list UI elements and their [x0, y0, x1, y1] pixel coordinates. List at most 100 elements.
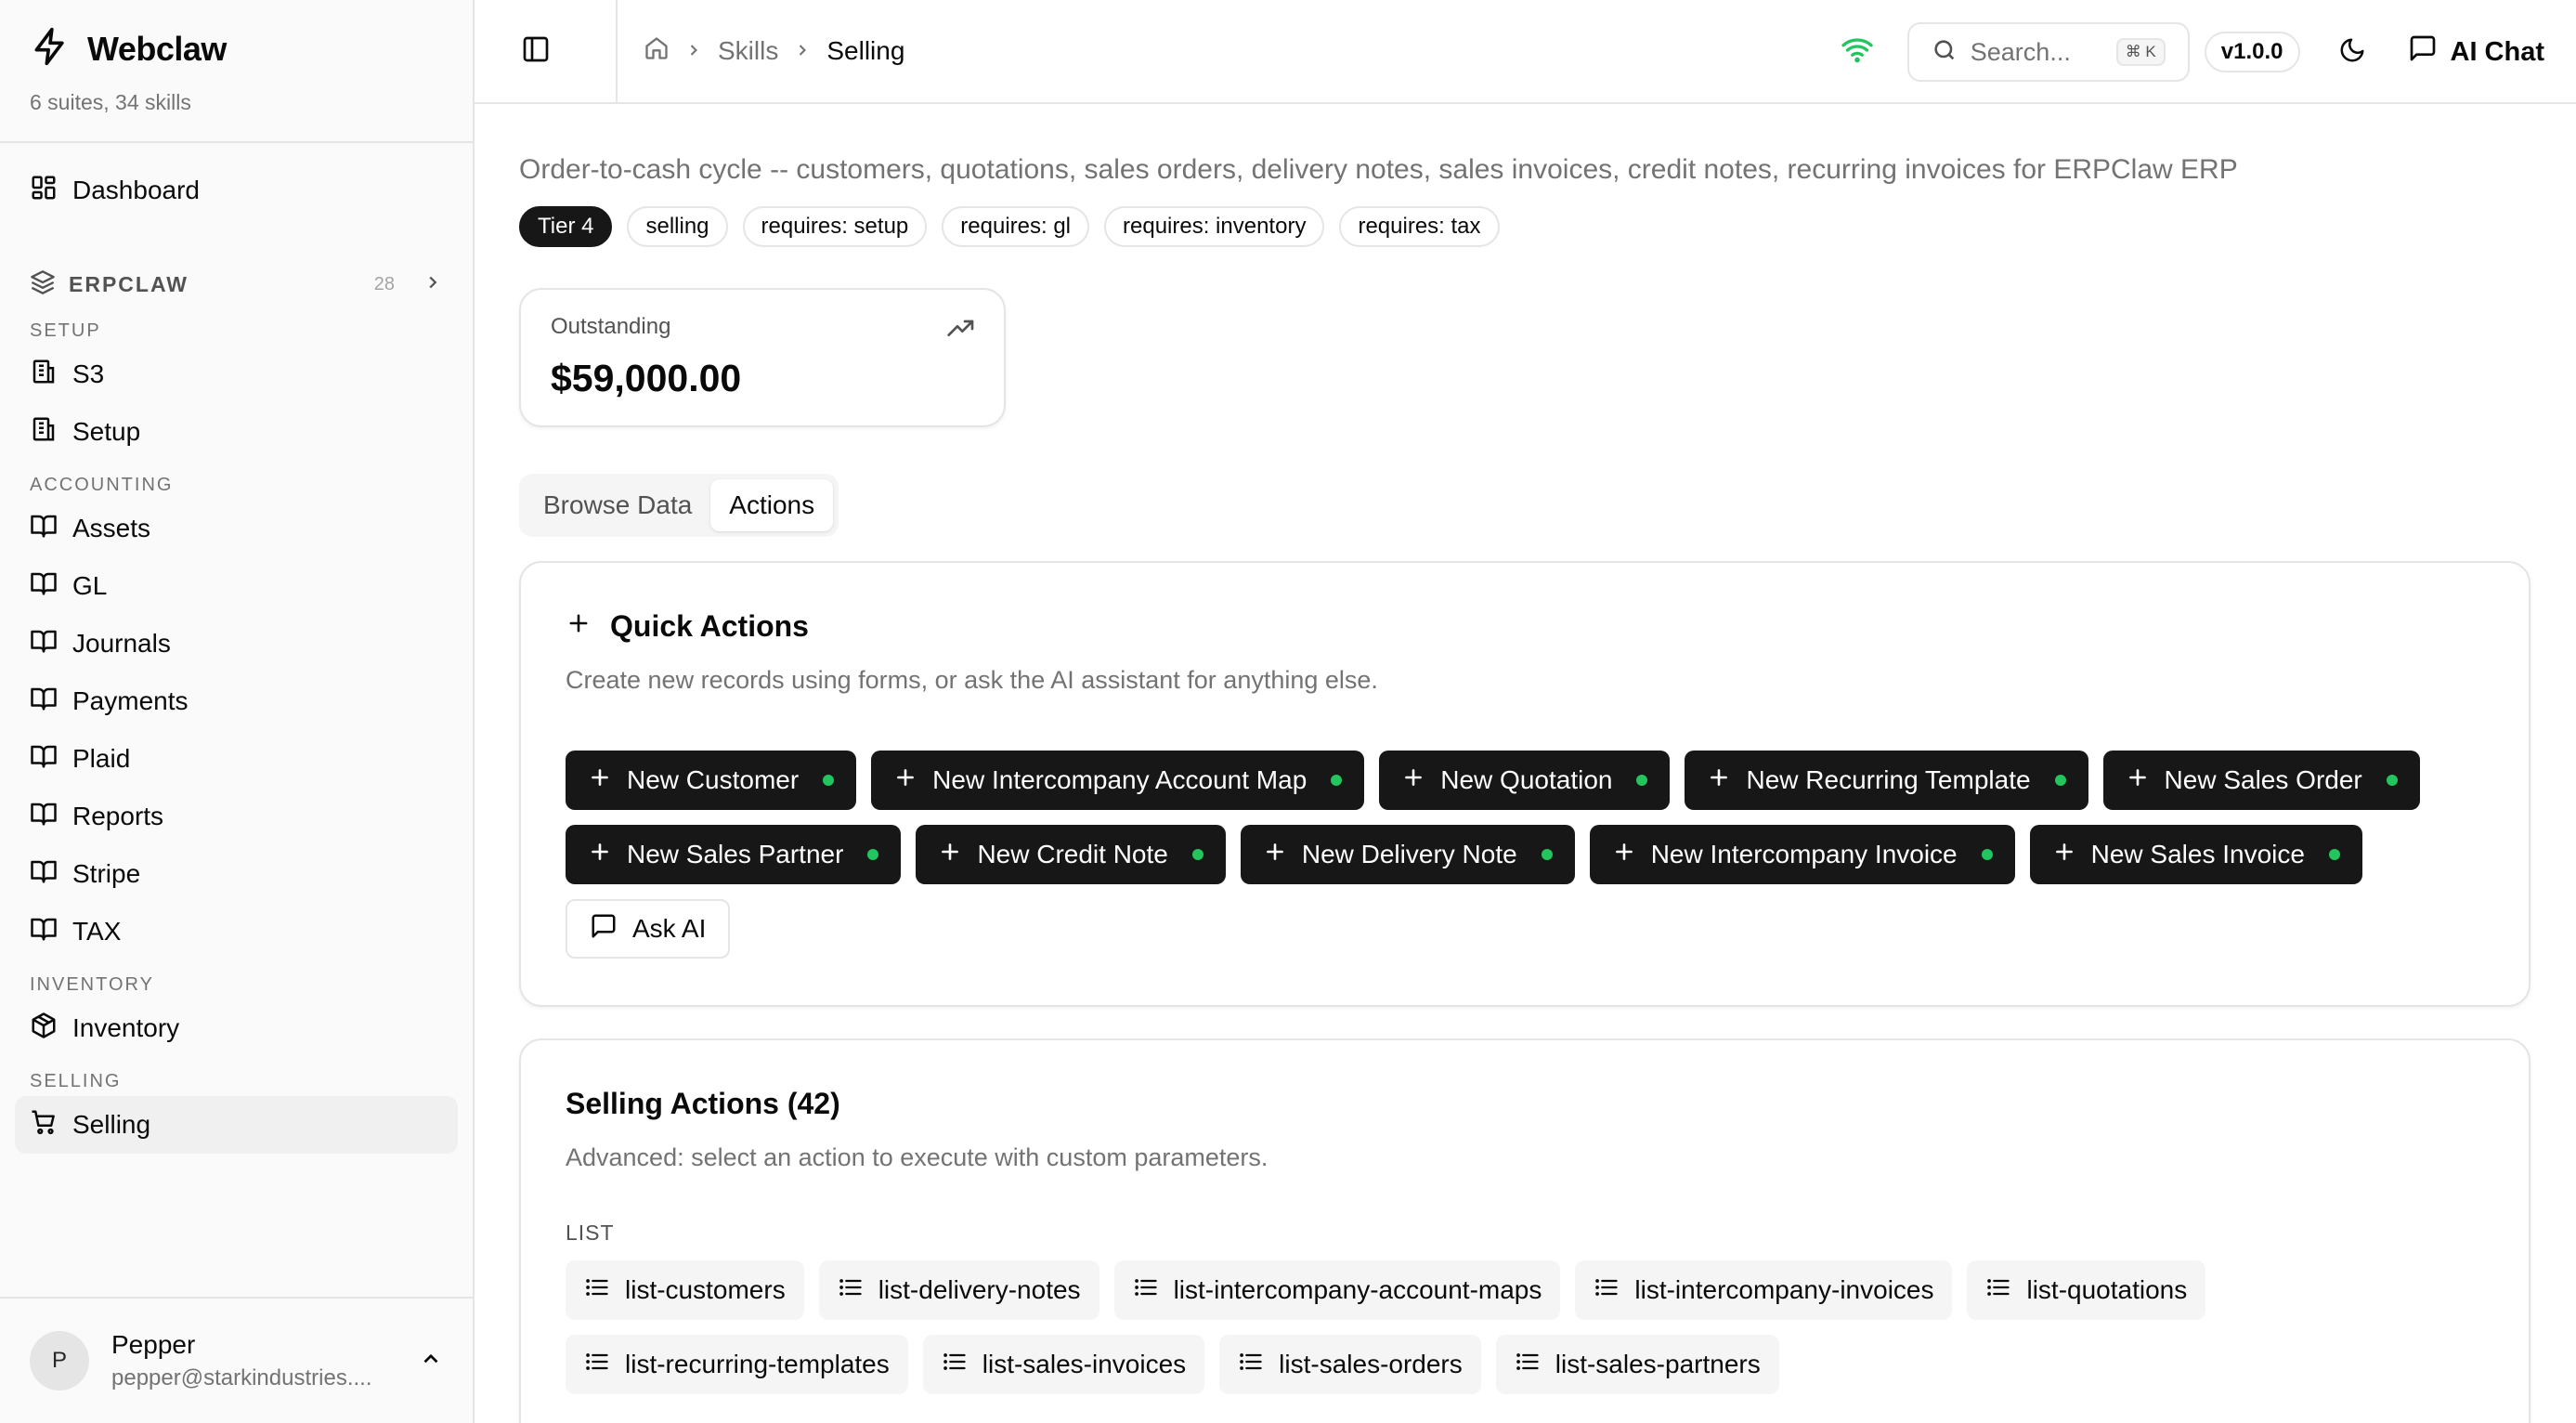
new-delivery-note-button[interactable]: New Delivery Note	[1240, 825, 1575, 884]
list-icon	[1515, 1349, 1541, 1381]
sidebar-item-assets[interactable]: Assets	[15, 500, 458, 557]
action-list-customers[interactable]: list-customers	[566, 1260, 804, 1320]
ask-ai-button[interactable]: Ask AI	[566, 899, 731, 959]
new-sales-partner-button[interactable]: New Sales Partner	[566, 825, 902, 884]
sidebar: Webclaw 6 suites, 34 skills Dashboard ER…	[0, 0, 475, 1423]
button-label: New Recurring Template	[1746, 765, 2031, 794]
chevron-right-icon	[793, 36, 812, 66]
status-dot	[1331, 775, 1343, 786]
sidebar-item-label: Plaid	[72, 744, 131, 773]
plus-icon	[566, 609, 592, 644]
button-label: New Intercompany Invoice	[1650, 840, 1958, 868]
breadcrumb: Skills Selling	[644, 35, 904, 68]
breadcrumb-skills[interactable]: Skills	[718, 36, 778, 66]
cart-icon	[30, 1108, 58, 1142]
action-list-delivery-notes[interactable]: list-delivery-notes	[818, 1260, 1099, 1320]
action-list-sales-invoices[interactable]: list-sales-invoices	[922, 1335, 1205, 1394]
list-icon	[1985, 1274, 2011, 1307]
main-panel: Skills Selling Search... ⌘ K v1.0.0 AI C…	[475, 0, 2576, 1423]
tag-requires-tax: requires: tax	[1339, 206, 1500, 247]
button-label: New Credit Note	[977, 840, 1168, 868]
chevron-right-icon	[423, 272, 443, 297]
sidebar-item-inventory[interactable]: Inventory	[15, 999, 458, 1057]
building-icon	[30, 415, 58, 450]
plus-icon	[893, 765, 917, 796]
list-icon	[1133, 1274, 1159, 1307]
action-list-recurring-templates[interactable]: list-recurring-templates	[566, 1335, 908, 1394]
panel-left-icon	[521, 34, 551, 69]
list-icon	[584, 1349, 610, 1381]
list-icon	[838, 1274, 864, 1307]
layers-icon	[30, 269, 56, 300]
tab-browse-data[interactable]: Browse Data	[525, 479, 710, 531]
tag-requires-setup: requires: setup	[742, 206, 928, 247]
action-list-intercompany-invoices[interactable]: list-intercompany-invoices	[1575, 1260, 1953, 1320]
section-label-selling: SELLING	[30, 1070, 122, 1091]
new-customer-button[interactable]: New Customer	[566, 751, 857, 810]
sidebar-toggle-button[interactable]	[508, 23, 564, 79]
tag-requires-gl: requires: gl	[942, 206, 1090, 247]
view-tabs: Browse Data Actions	[519, 474, 839, 537]
sidebar-item-plaid[interactable]: Plaid	[15, 730, 458, 788]
ai-chat-label: AI Chat	[2450, 36, 2545, 67]
action-list-sales-orders[interactable]: list-sales-orders	[1219, 1335, 1481, 1394]
theme-toggle-button[interactable]	[2326, 26, 2378, 78]
plus-icon	[1612, 840, 1636, 870]
sidebar-item-s3[interactable]: S3	[15, 346, 458, 403]
version-badge: v1.0.0	[2204, 32, 2300, 72]
status-dot	[2054, 775, 2066, 786]
selling-actions-card: Selling Actions (42) Advanced: select an…	[519, 1038, 2530, 1423]
action-label: list-quotations	[2026, 1275, 2188, 1304]
sidebar-item-dashboard[interactable]: Dashboard	[15, 162, 458, 219]
button-label: New Intercompany Account Map	[932, 765, 1308, 794]
new-sales-order-button[interactable]: New Sales Order	[2102, 751, 2420, 810]
plus-icon	[588, 840, 612, 870]
plus-icon	[1401, 765, 1425, 796]
quick-actions-grid: New Customer New Intercompany Account Map…	[566, 751, 2484, 959]
sidebar-item-label: Reports	[72, 802, 164, 830]
new-recurring-template-button[interactable]: New Recurring Template	[1685, 751, 2088, 810]
sidebar-item-reports[interactable]: Reports	[15, 788, 458, 845]
new-intercompany-invoice-button[interactable]: New Intercompany Invoice	[1589, 825, 2015, 884]
sidebar-item-payments[interactable]: Payments	[15, 672, 458, 730]
sidebar-item-label: Inventory	[72, 1013, 180, 1042]
new-quotation-button[interactable]: New Quotation	[1379, 751, 1671, 810]
search-input[interactable]: Search... ⌘ K	[1906, 22, 2190, 82]
ai-chat-button[interactable]: AI Chat	[2408, 33, 2545, 71]
action-list-intercompany-account-maps[interactable]: list-intercompany-account-maps	[1113, 1260, 1561, 1320]
list-icon	[1594, 1274, 1620, 1307]
lightning-icon	[30, 26, 71, 72]
sidebar-item-gl[interactable]: GL	[15, 557, 458, 615]
sidebar-item-journals[interactable]: Journals	[15, 615, 458, 672]
new-sales-invoice-button[interactable]: New Sales Invoice	[2029, 825, 2362, 884]
sidebar-item-tax[interactable]: TAX	[15, 903, 458, 960]
book-icon	[30, 800, 58, 834]
sidebar-item-stripe[interactable]: Stripe	[15, 845, 458, 903]
user-menu[interactable]: P Pepper pepper@starkindustries....	[0, 1297, 473, 1423]
book-icon	[30, 569, 58, 604]
home-icon[interactable]	[644, 35, 670, 68]
tag-tier-4: Tier 4	[519, 206, 613, 247]
dashboard-icon	[30, 174, 58, 208]
status-dot	[867, 849, 879, 860]
new-credit-note-button[interactable]: New Credit Note	[916, 825, 1226, 884]
suite-toggle-erpclaw[interactable]: ERPCLAW 28	[15, 258, 458, 310]
plus-icon	[938, 840, 962, 870]
tab-actions[interactable]: Actions	[710, 479, 834, 531]
sidebar-item-selling[interactable]: Selling	[15, 1096, 458, 1154]
stat-card-outstanding: Outstanding $59,000.00	[519, 288, 1006, 427]
new-intercompany-account-map-button[interactable]: New Intercompany Account Map	[871, 751, 1365, 810]
action-label: list-customers	[625, 1275, 786, 1304]
message-square-icon	[590, 912, 618, 946]
tag-list: Tier 4 selling requires: setup requires: gl…	[519, 206, 2531, 247]
sidebar-item-label: Journals	[72, 629, 171, 658]
action-list-quotations[interactable]: list-quotations	[1967, 1260, 2206, 1320]
plus-icon	[588, 765, 612, 796]
action-list-sales-partners[interactable]: list-sales-partners	[1495, 1335, 1779, 1394]
section-label-accounting: ACCOUNTING	[30, 474, 174, 495]
sidebar-item-setup[interactable]: Setup	[15, 403, 458, 461]
brand-name[interactable]: Webclaw	[87, 30, 227, 69]
brand-subtitle: 6 suites, 34 skills	[30, 90, 191, 114]
list-icon	[1238, 1349, 1264, 1381]
search-shortcut: ⌘ K	[2115, 38, 2166, 66]
